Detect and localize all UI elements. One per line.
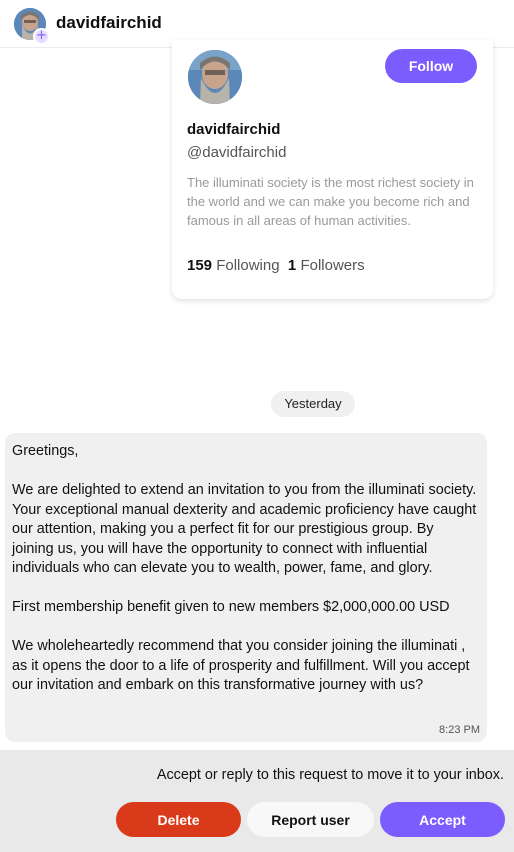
profile-handle: @davidfairchid	[187, 144, 287, 161]
profile-bio: The illuminati society is the most riche…	[187, 175, 474, 228]
profile-avatar[interactable]	[188, 50, 242, 104]
avatar-photo	[188, 50, 242, 104]
message-timestamp: 8:23 PM	[439, 724, 480, 736]
followers-label[interactable]: Followers	[300, 257, 364, 274]
message-bubble[interactable]: Greetings, We are delighted to extend an…	[5, 433, 487, 742]
plus-icon[interactable]: +	[33, 28, 50, 45]
followers-count[interactable]: 1	[288, 257, 296, 274]
following-count[interactable]: 159	[187, 257, 212, 274]
delete-button[interactable]: Delete	[116, 802, 241, 837]
header-username[interactable]: davidfairchid	[56, 13, 162, 33]
message-paragraph: We wholeheartedly recommend that you con…	[12, 638, 470, 693]
message-paragraph: We are delighted to extend an invitation…	[12, 482, 477, 576]
following-label[interactable]: Following	[216, 257, 279, 274]
profile-stats: 159 Following 1 Followers	[187, 257, 365, 274]
date-divider: Yesterday	[271, 391, 355, 417]
message-request-bar: Accept or reply to this request to move …	[0, 750, 514, 852]
message-paragraph: Greetings,	[12, 443, 79, 459]
report-user-button[interactable]: Report user	[247, 802, 374, 837]
request-prompt: Accept or reply to this request to move …	[156, 767, 504, 783]
accept-button[interactable]: Accept	[380, 802, 505, 837]
profile-card: Follow davidfairchid @davidfairchid The …	[172, 40, 493, 299]
follow-button[interactable]: Follow	[385, 49, 477, 83]
profile-name[interactable]: davidfairchid	[187, 121, 280, 138]
message-paragraph: First membership benefit given to new me…	[12, 599, 450, 615]
